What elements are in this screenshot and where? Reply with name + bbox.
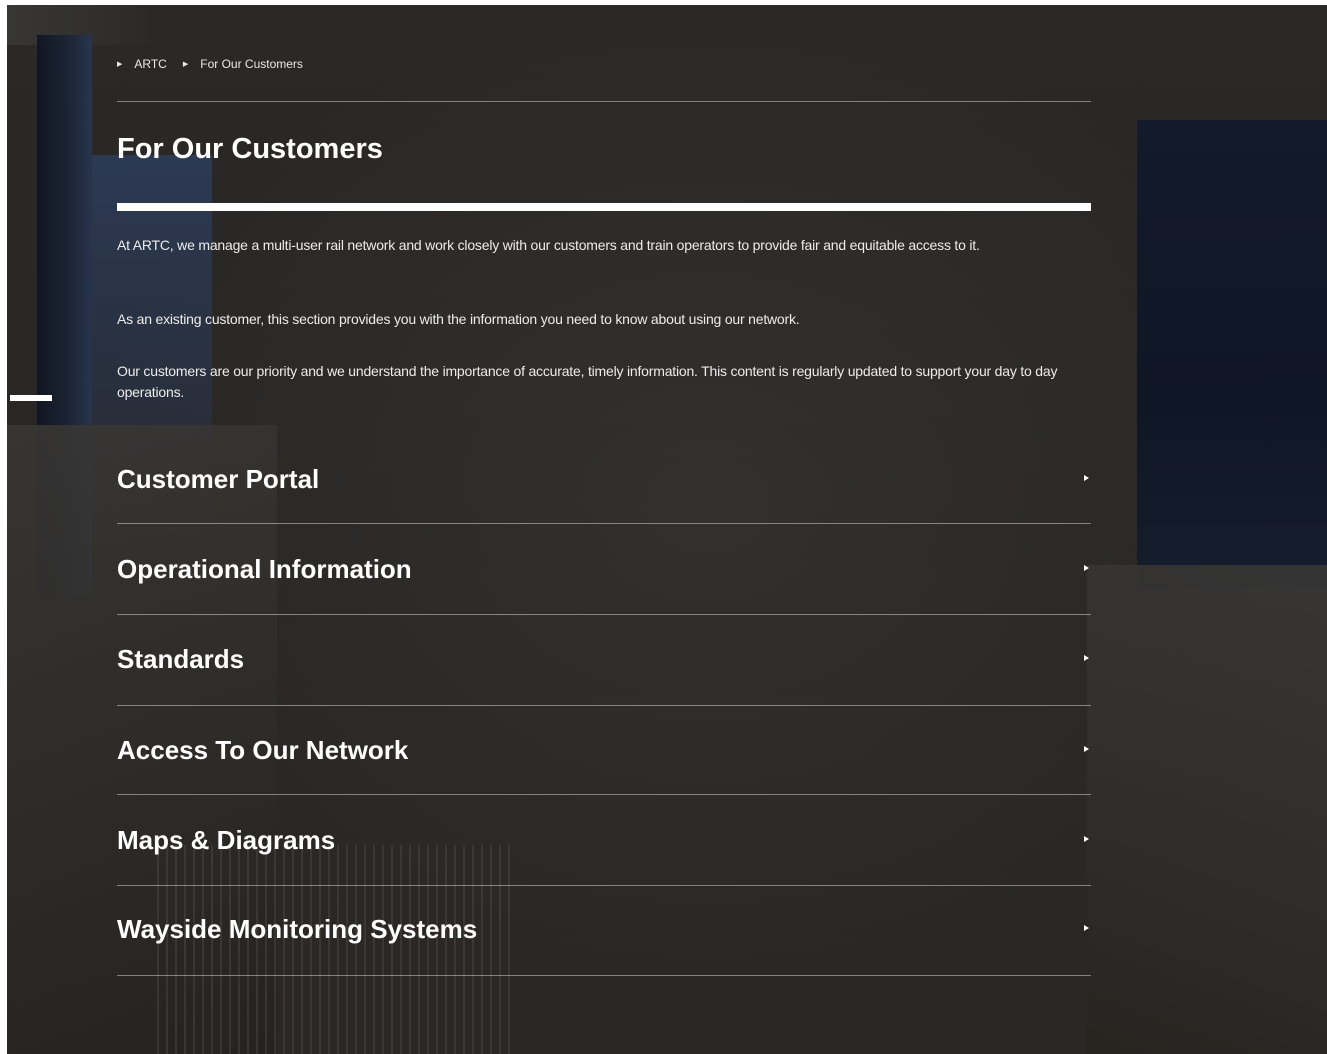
accordion-divider (117, 885, 1091, 886)
accordion-item-label: Maps & Diagrams (117, 825, 336, 855)
side-nav-indicator[interactable] (10, 395, 52, 401)
accordion-divider (117, 523, 1091, 524)
accordion-item-standards[interactable]: Standards (117, 644, 1091, 734)
breadcrumb-link-artc[interactable]: ARTC (134, 57, 166, 71)
accordion-item-customer-portal[interactable]: Customer Portal (117, 464, 1091, 554)
breadcrumb-arrow-icon: ▶ (117, 61, 123, 68)
accordion-item-operational-information[interactable]: Operational Information (117, 554, 1091, 644)
accordion-divider (117, 975, 1091, 976)
title-underline (117, 203, 1091, 211)
accordion-item-label: Operational Information (117, 554, 412, 584)
accordion-divider (117, 794, 1091, 795)
accordion-item-access-to-our-network[interactable]: Access To Our Network (117, 735, 1091, 825)
breadcrumb-divider (117, 101, 1091, 102)
chevron-right-icon (1084, 655, 1089, 661)
accordion-item-label: Access To Our Network (117, 735, 409, 765)
chevron-right-icon (1084, 925, 1089, 931)
accordion-item-maps-and-diagrams[interactable]: Maps & Diagrams (117, 825, 1091, 915)
chevron-right-icon (1084, 565, 1089, 571)
intro-paragraph: At ARTC, we manage a multi-user rail net… (117, 237, 980, 253)
background-image-detail (1137, 120, 1327, 590)
chevron-right-icon (1084, 475, 1089, 481)
accordion-divider (117, 614, 1091, 615)
accordion-item-label: Customer Portal (117, 464, 320, 494)
background-image-detail (1087, 565, 1327, 1054)
accordion-item-label: Standards (117, 644, 245, 674)
accordion-item-wayside-monitoring-systems[interactable]: Wayside Monitoring Systems (117, 914, 1091, 1004)
chevron-right-icon (1084, 746, 1089, 752)
accordion-divider (117, 705, 1091, 706)
accordion-item-label: Wayside Monitoring Systems (117, 914, 478, 944)
page-frame: ▶ ARTC ▶ For Our Customers For Our Custo… (7, 5, 1327, 1054)
page-title: For Our Customers (117, 133, 383, 165)
intro-paragraph: Our customers are our priority and we un… (117, 363, 1058, 400)
chevron-right-icon (1084, 836, 1089, 842)
intro-paragraph: As an existing customer, this section pr… (117, 311, 800, 327)
breadcrumb-current: For Our Customers (200, 57, 303, 71)
breadcrumb: ▶ ARTC ▶ For Our Customers (117, 57, 303, 71)
breadcrumb-arrow-icon: ▶ (182, 61, 189, 68)
